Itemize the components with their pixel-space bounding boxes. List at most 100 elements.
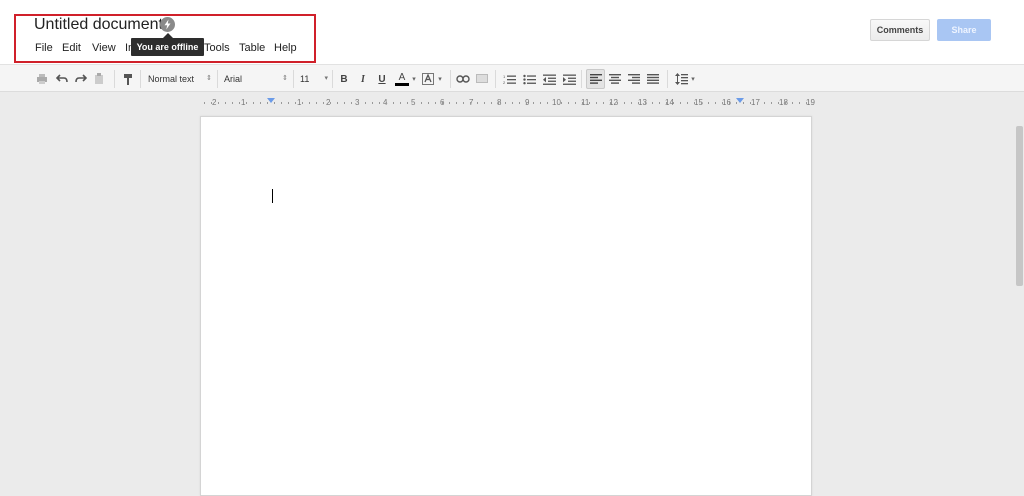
ruler-tick-mark <box>316 102 317 104</box>
align-left-button[interactable] <box>586 69 605 89</box>
redo-icon[interactable] <box>73 71 89 87</box>
dropdown-arrow-icon[interactable]: ▾ <box>689 71 697 87</box>
dropdown-arrow-icon[interactable]: ▾ <box>410 71 418 87</box>
highlight-color-icon[interactable] <box>421 71 435 87</box>
horizontal-ruler: 2 1 1 2 3 4 5 6 7 8 9 10 11 12 13 14 15 … <box>200 97 815 109</box>
ruler-tick-mark <box>253 102 254 104</box>
ruler-tick-mark <box>344 102 345 104</box>
font-family-select[interactable]: Arial ⇕ <box>224 71 288 87</box>
formatting-toolbar: Normal text ⇕ Arial ⇕ 11 ▾ B I U A ▾ ▾ 1… <box>0 64 1024 92</box>
ruler-tick-mark <box>568 102 569 104</box>
align-right-icon[interactable] <box>626 71 642 87</box>
ruler-tick-mark <box>309 102 310 104</box>
ruler-tick-mark <box>421 102 422 104</box>
ruler-tick-mark <box>463 102 464 104</box>
justify-icon[interactable] <box>645 71 661 87</box>
ruler-label: 1 <box>297 98 302 107</box>
ruler-tick-mark <box>673 102 674 104</box>
paragraph-style-select[interactable]: Normal text ⇕ <box>148 71 212 87</box>
ruler-tick-mark <box>743 102 744 104</box>
ruler-tick-mark <box>652 102 653 104</box>
ruler-tick-mark <box>694 102 695 104</box>
ruler-tick-mark <box>379 102 380 104</box>
ruler-tick-mark <box>750 102 751 104</box>
ruler-tick-mark <box>218 102 219 104</box>
increase-indent-icon[interactable] <box>561 71 577 87</box>
header-bar: Untitled document File Edit View In Tool… <box>0 0 1024 64</box>
ruler-tick-mark <box>736 102 737 104</box>
bold-button[interactable]: B <box>337 71 351 87</box>
document-page[interactable] <box>200 116 812 496</box>
ruler-tick-mark <box>470 102 471 104</box>
ruler-tick-mark <box>701 102 702 104</box>
toolbar-separator <box>667 70 668 88</box>
ruler-tick-mark <box>729 102 730 104</box>
paint-format-icon[interactable] <box>120 71 136 87</box>
comments-button[interactable]: Comments <box>870 19 930 41</box>
ruler-tick-mark <box>442 102 443 104</box>
share-button[interactable]: Share <box>937 19 991 41</box>
ruler-tick-mark <box>666 102 667 104</box>
ruler-tick-mark <box>358 102 359 104</box>
ruler-tick-mark <box>274 102 275 104</box>
ruler-tick-mark <box>547 102 548 104</box>
ruler-tick-mark <box>778 102 779 104</box>
ruler-label: 19 <box>806 98 815 107</box>
text-cursor <box>272 189 273 203</box>
font-size-value: 11 <box>300 74 310 84</box>
toolbar-separator <box>217 70 218 88</box>
ruler-tick-mark <box>624 102 625 104</box>
underline-button[interactable]: U <box>375 71 389 87</box>
toolbar-separator <box>495 70 496 88</box>
ruler-tick-mark <box>407 102 408 104</box>
ruler-tick-mark <box>372 102 373 104</box>
ruler-tick-mark <box>582 102 583 104</box>
ruler-tick-mark <box>498 102 499 104</box>
undo-icon[interactable] <box>54 71 70 87</box>
annotation-highlight-box <box>14 14 316 63</box>
align-center-icon[interactable] <box>607 71 623 87</box>
line-spacing-icon[interactable] <box>673 71 689 87</box>
ruler-tick-mark <box>267 102 268 104</box>
ruler-tick-mark <box>288 102 289 104</box>
ruler-tick-mark <box>225 102 226 104</box>
bulleted-list-icon[interactable] <box>521 71 537 87</box>
toolbar-separator <box>581 70 582 88</box>
font-size-select[interactable]: 11 ▾ <box>300 71 328 87</box>
ruler-label: 2 <box>212 98 217 107</box>
ruler-tick-mark <box>260 102 261 104</box>
print-icon[interactable] <box>34 71 50 87</box>
ruler-tick-mark <box>337 102 338 104</box>
ruler-tick-mark <box>484 102 485 104</box>
ruler-tick-mark <box>806 102 807 104</box>
ruler-tick-mark <box>659 102 660 104</box>
ruler-tick-mark <box>323 102 324 104</box>
numbered-list-icon[interactable]: 12 <box>501 71 517 87</box>
align-left-icon <box>589 74 602 84</box>
decrease-indent-icon[interactable] <box>541 71 557 87</box>
ruler-tick-mark <box>722 102 723 104</box>
ruler-tick-mark <box>708 102 709 104</box>
ruler-tick-mark <box>645 102 646 104</box>
comment-icon[interactable] <box>475 71 489 87</box>
ruler-tick-mark <box>575 102 576 104</box>
text-color-button[interactable]: A <box>394 71 410 87</box>
link-icon[interactable] <box>455 71 471 87</box>
ruler-tick-mark <box>365 102 366 104</box>
ruler-tick-mark <box>771 102 772 104</box>
ruler-tick-mark <box>351 102 352 104</box>
ruler-tick-mark <box>715 102 716 104</box>
dropdown-arrow-icon: ▾ <box>324 75 328 82</box>
vertical-scrollbar[interactable] <box>1016 126 1023 286</box>
paste-icon[interactable] <box>92 71 106 87</box>
ruler-tick-mark <box>519 102 520 104</box>
ruler-tick-mark <box>764 102 765 104</box>
ruler-tick-mark <box>561 102 562 104</box>
ruler-tick-mark <box>785 102 786 104</box>
font-family-value: Arial <box>224 74 243 84</box>
dropdown-arrow-icon[interactable]: ▾ <box>436 71 444 87</box>
ruler-tick-mark <box>617 102 618 104</box>
ruler-tick-mark <box>526 102 527 104</box>
italic-button[interactable]: I <box>356 71 370 87</box>
ruler-tick-mark <box>799 102 800 104</box>
